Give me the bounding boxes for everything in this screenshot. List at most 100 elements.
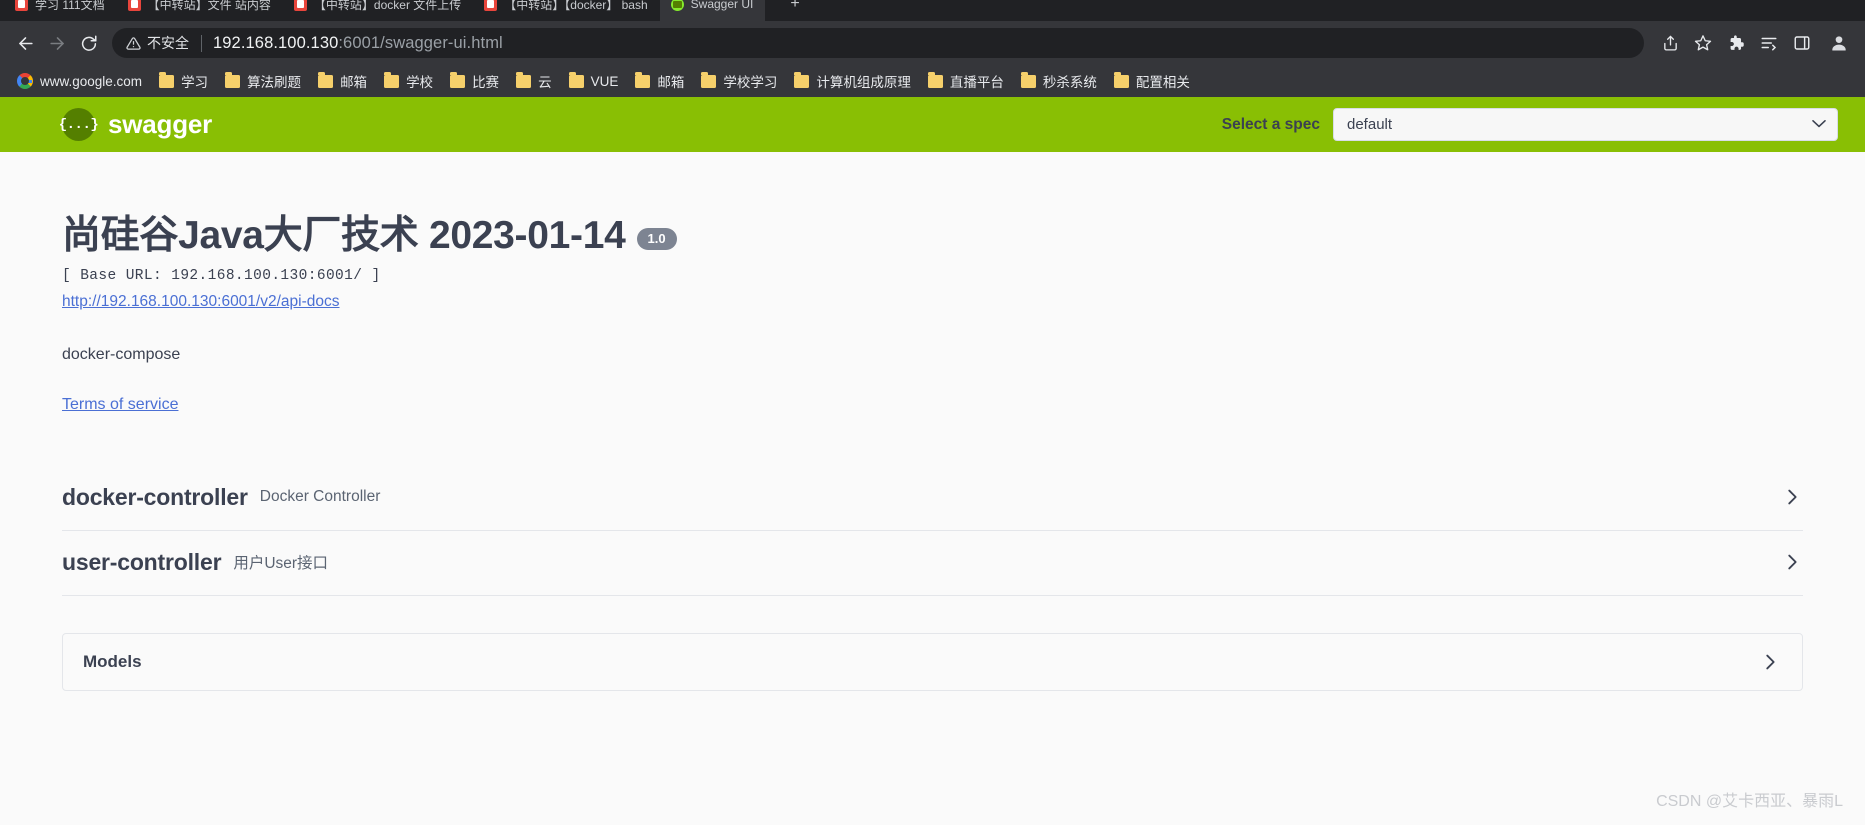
browser-tab[interactable]: 【中转站】docker 文件上传 — [282, 0, 474, 21]
security-status-label: 不安全 — [147, 35, 189, 51]
api-title-row: 尚硅谷Java大厂技术 2023-01-14 1.0 — [62, 214, 1803, 259]
bookmark-folder[interactable]: VUE — [562, 70, 629, 93]
chevron-right-icon[interactable] — [1781, 551, 1803, 573]
bookmark-folder[interactable]: 配置相关 — [1107, 67, 1200, 95]
folder-icon — [927, 72, 943, 88]
bookmark-label: 计算机组成原理 — [816, 75, 911, 90]
browser-toolbar: 不安全 192.168.100.130:6001/swagger-ui.html — [0, 21, 1865, 65]
omnibox-divider — [201, 34, 202, 52]
terms-of-service-link[interactable]: Terms of service — [62, 396, 178, 414]
swagger-logo-link[interactable]: {...} swagger — [59, 108, 213, 141]
bookmark-label: 学习 — [181, 75, 209, 90]
models-section[interactable]: Models — [62, 632, 1803, 691]
tag-sections: docker-controller Docker Controller user… — [62, 466, 1803, 596]
tag-description: 用户User接口 — [233, 555, 329, 573]
folder-icon — [794, 72, 810, 88]
swagger-icon — [670, 0, 684, 11]
swagger-topbar: {...} swagger Select a spec default — [0, 97, 1865, 152]
pdf-icon — [484, 0, 498, 11]
folder-icon — [318, 72, 334, 88]
tab-title: 【中转站】文件 站内容 — [147, 0, 271, 12]
browser-tab[interactable]: 【中转站】【docker】 bash — [473, 0, 660, 21]
url-host: 192.168.100.130 — [213, 33, 339, 52]
back-arrow-icon[interactable] — [10, 28, 40, 58]
new-tab-button[interactable]: + — [779, 0, 812, 21]
reload-icon[interactable] — [74, 28, 104, 58]
tab-title: 【中转站】【docker】 bash — [504, 0, 648, 12]
bookmark-folder[interactable]: 学校学习 — [694, 67, 787, 95]
url-text: 192.168.100.130:6001/swagger-ui.html — [213, 34, 503, 53]
spec-select-value: default — [1347, 116, 1393, 133]
bookmark-label: 秒杀系统 — [1042, 75, 1097, 90]
google-icon — [17, 73, 33, 89]
bookmark-folder[interactable]: 学校 — [377, 67, 443, 95]
api-docs-link[interactable]: http://192.168.100.130:6001/v2/api-docs — [62, 293, 340, 311]
bookmark-folder[interactable]: 邮箱 — [311, 67, 377, 95]
swagger-braces-icon: {...} — [59, 108, 99, 141]
browser-tab[interactable]: 学习 111文档 — [4, 0, 117, 21]
reading-list-icon[interactable] — [1753, 27, 1785, 59]
bookmark-star-icon[interactable] — [1687, 27, 1719, 59]
spec-selector-group: Select a spec default — [1222, 108, 1838, 141]
folder-icon — [1020, 72, 1036, 88]
models-title: Models — [83, 651, 142, 671]
bookmark-label: 邮箱 — [657, 75, 685, 90]
tag-description: Docker Controller — [259, 488, 381, 506]
toolbar-icon-group — [1654, 27, 1855, 59]
share-icon[interactable] — [1654, 27, 1686, 59]
tag-section-user-controller[interactable]: user-controller 用户User接口 — [62, 531, 1803, 596]
csdn-watermark: CSDN @艾卡西亚、暴雨L — [1656, 793, 1843, 810]
bookmark-label: 云 — [538, 75, 552, 90]
extensions-puzzle-icon[interactable] — [1720, 27, 1752, 59]
forward-arrow-icon[interactable] — [42, 28, 72, 58]
bookmark-folder[interactable]: 直播平台 — [921, 67, 1014, 95]
tab-title: Swagger UI — [690, 0, 754, 11]
browser-tab-active[interactable]: Swagger UI — [659, 0, 766, 21]
bookmark-folder[interactable]: 算法刷题 — [218, 67, 311, 95]
bookmark-folder[interactable]: 比赛 — [443, 67, 509, 95]
bookmark-label: 邮箱 — [340, 75, 368, 90]
version-badge: 1.0 — [636, 228, 677, 250]
address-bar[interactable]: 不安全 192.168.100.130:6001/swagger-ui.html — [112, 28, 1644, 58]
bookmark-folder[interactable]: 云 — [509, 67, 562, 95]
folder-icon — [516, 72, 532, 88]
bookmark-label: 比赛 — [472, 75, 500, 90]
bookmark-label: 算法刷题 — [247, 75, 302, 90]
bookmark-label: VUE — [590, 73, 619, 89]
chevron-down-icon — [1812, 119, 1826, 131]
bookmark-item-google[interactable]: www.google.com — [10, 69, 152, 93]
warning-triangle-icon — [126, 36, 141, 50]
profile-avatar-icon[interactable] — [1823, 27, 1855, 59]
bookmark-folder[interactable]: 计算机组成原理 — [787, 67, 921, 95]
pdf-icon — [127, 0, 141, 11]
bookmark-label: 学校 — [406, 75, 434, 90]
bookmark-folder[interactable]: 秒杀系统 — [1014, 67, 1107, 95]
bookmark-folder[interactable]: 学习 — [152, 67, 218, 95]
base-url-text: [ Base URL: 192.168.100.130:6001/ ] — [62, 267, 381, 284]
bookmark-label: 配置相关 — [1135, 75, 1190, 90]
tab-strip: 学习 111文档 【中转站】文件 站内容 【中转站】docker 文件上传 【中… — [0, 0, 1865, 21]
pdf-icon — [293, 0, 307, 11]
bookmark-folder[interactable]: 邮箱 — [628, 67, 694, 95]
folder-icon — [450, 72, 466, 88]
chevron-right-icon[interactable] — [1759, 651, 1781, 673]
select-a-spec-label: Select a spec — [1221, 115, 1320, 133]
tag-section-docker-controller[interactable]: docker-controller Docker Controller — [62, 466, 1803, 531]
folder-icon — [701, 72, 717, 88]
browser-window: 学习 111文档 【中转站】文件 站内容 【中转站】docker 文件上传 【中… — [0, 0, 1865, 825]
bookmark-label: 学校学习 — [723, 75, 778, 90]
folder-icon — [225, 72, 241, 88]
browser-tab[interactable]: 【中转站】文件 站内容 — [116, 0, 283, 21]
spec-select[interactable]: default — [1333, 108, 1838, 141]
tab-title: 学习 111文档 — [35, 0, 105, 12]
folder-icon — [635, 72, 651, 88]
api-info-block: 尚硅谷Java大厂技术 2023-01-14 1.0 [ Base URL: 1… — [30, 152, 1835, 414]
chevron-right-icon[interactable] — [1781, 486, 1803, 508]
folder-icon — [568, 72, 584, 88]
security-status[interactable]: 不安全 — [126, 33, 189, 53]
folder-icon — [1113, 72, 1129, 88]
swagger-wordmark: swagger — [108, 109, 213, 139]
bookmark-label: 直播平台 — [949, 75, 1004, 90]
tab-title: 【中转站】docker 文件上传 — [313, 0, 462, 12]
side-panel-icon[interactable] — [1786, 27, 1818, 59]
